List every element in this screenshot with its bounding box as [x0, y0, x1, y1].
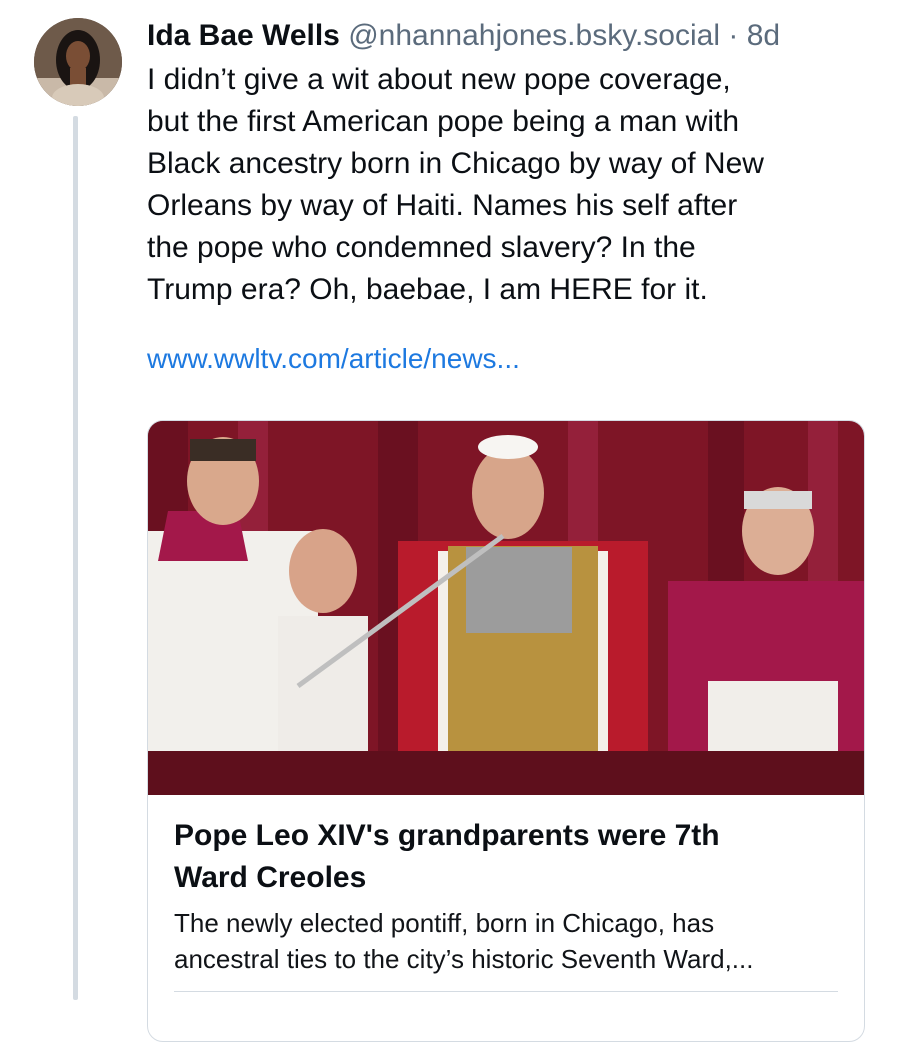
card-divider: [174, 991, 838, 992]
thread-line: [73, 116, 78, 1000]
link-card-title: Pope Leo XIV's grandparents were 7th War…: [174, 819, 720, 894]
post-text: I didn’t give a wit about new pope cover…: [147, 63, 764, 306]
link-preview-card[interactable]: Pope Leo XIV's grandparents were 7th War…: [147, 420, 865, 1042]
avatar-photo: [34, 18, 122, 106]
link-card-text: Pope Leo XIV's grandparents were 7th War…: [148, 795, 864, 1012]
header-separator: ·: [728, 19, 739, 52]
post-timestamp[interactable]: 8d: [747, 19, 780, 52]
author-avatar[interactable]: [34, 18, 122, 106]
author-name[interactable]: Ida Bae Wells: [147, 19, 340, 52]
post-link[interactable]: www.wwltv.com/article/news...: [147, 339, 867, 379]
post-header: Ida Bae Wells @nhannahjones.bsky.social …: [147, 14, 867, 58]
post-body: Ida Bae Wells @nhannahjones.bsky.social …: [147, 14, 867, 379]
link-card-image: [148, 421, 864, 795]
link-card-description: The newly elected pontiff, born in Chica…: [174, 908, 754, 974]
author-handle[interactable]: @nhannahjones.bsky.social: [348, 19, 720, 52]
